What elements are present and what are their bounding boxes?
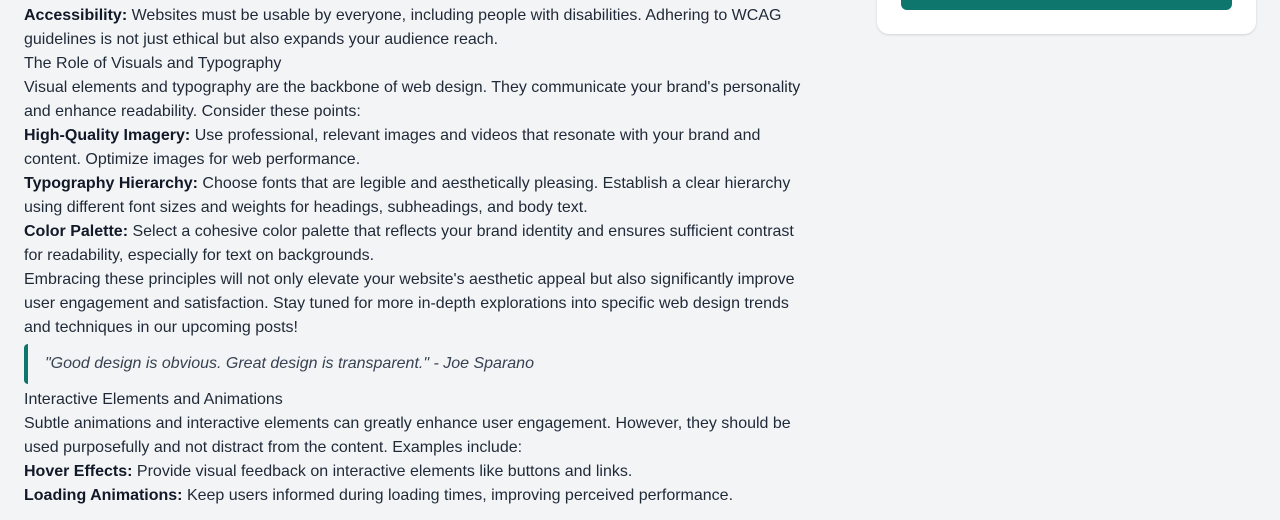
loading-term: Loading Animations: <box>24 487 183 504</box>
article-body: Accessibility: Websites must be usable b… <box>24 4 814 508</box>
color-palette-item: Color Palette: Select a cohesive color p… <box>24 220 814 268</box>
hover-item: Hover Effects: Provide visual feedback o… <box>24 460 814 484</box>
interactive-heading: Interactive Elements and Animations <box>24 391 283 408</box>
hover-term: Hover Effects: <box>24 463 133 480</box>
accessibility-item: Accessibility: Websites must be usable b… <box>24 4 814 52</box>
accessibility-text: Websites must be usable by everyone, inc… <box>24 7 782 48</box>
embracing-paragraph: Embracing these principles will not only… <box>24 271 795 336</box>
loading-text: Keep users informed during loading times… <box>182 487 734 504</box>
sidebar-action-button[interactable] <box>901 0 1232 10</box>
accessibility-term: Accessibility: <box>24 7 128 24</box>
color-palette-term: Color Palette: <box>24 223 129 240</box>
imagery-term: High-Quality Imagery: <box>24 127 191 144</box>
hover-text: Provide visual feedback on interactive e… <box>132 463 633 480</box>
imagery-item: High-Quality Imagery: Use professional, … <box>24 124 814 172</box>
loading-item: Loading Animations: Keep users informed … <box>24 484 814 508</box>
pull-quote: "Good design is obvious. Great design is… <box>24 344 814 384</box>
sidebar-card <box>877 0 1256 34</box>
visuals-intro: Visual elements and typography are the b… <box>24 79 801 120</box>
typography-term: Typography Hierarchy: <box>24 175 198 192</box>
color-palette-text: Select a cohesive color palette that ref… <box>24 223 794 264</box>
interactive-intro: Subtle animations and interactive elemen… <box>24 415 791 456</box>
visuals-heading: The Role of Visuals and Typography <box>24 55 282 72</box>
typography-item: Typography Hierarchy: Choose fonts that … <box>24 172 814 220</box>
